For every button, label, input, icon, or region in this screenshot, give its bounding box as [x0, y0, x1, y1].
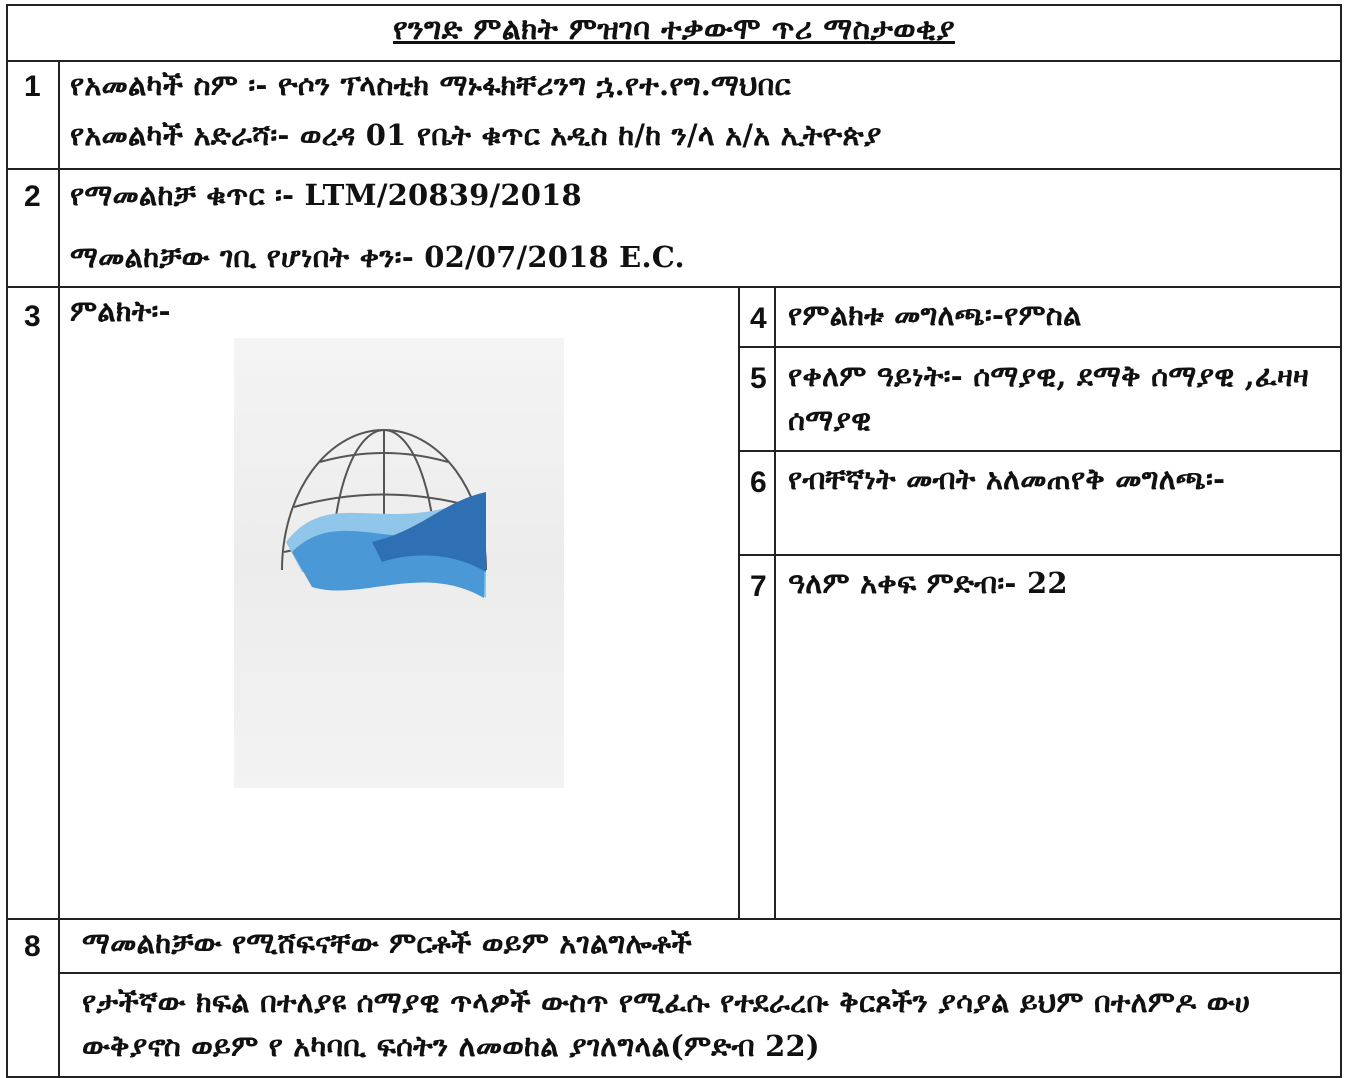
border-left	[6, 4, 8, 1078]
row-number-1: 1	[24, 70, 41, 103]
international-class: ዓለም አቀፍ ምድብ፡- 22	[788, 566, 1068, 600]
row-number-2: 2	[24, 180, 41, 213]
disclaimer-statement: የብቸኛነት መብት አለመጠየቅ መግለጫ፡-	[788, 462, 1226, 496]
goods-services-description: የታችኛው ክፍል በተለያዩ ሰማያዊ ጥላዎች ውስጥ የሚፈሱ የተደራረ…	[82, 985, 1251, 1063]
divider-row5	[738, 450, 1342, 452]
divider-title	[6, 60, 1342, 62]
row-number-7: 7	[750, 570, 767, 603]
trademark-opposition-notice: የንግድ ምልክት ምዝገባ ተቃውሞ ጥሪ ማስታወቂያ 1 የአመልካች ስ…	[6, 4, 1342, 1078]
applicant-name: የአመልካች ስም ፡- ዮሶን ፕላስቲክ ማኑፋክቸሪንግ ኋ.የተ.የግ.…	[70, 68, 791, 102]
row-number-4: 4	[750, 302, 767, 335]
mark-label: ምልክት፡-	[70, 294, 171, 328]
number-column-divider	[58, 60, 60, 1076]
divider-row2	[6, 286, 1342, 288]
row-number-6: 6	[750, 466, 767, 499]
row-number-5: 5	[750, 362, 767, 395]
right-number-divider	[774, 286, 776, 920]
goods-services-heading: ማመልከቻው የሚሸፍናቸው ምርቶች ወይም አገልግሎቶች	[82, 926, 692, 960]
border-right	[1340, 4, 1342, 1078]
filing-date: ማመልከቻው ገቢ የሆነበት ቀን፡- 02/07/2018 E.C.	[70, 240, 685, 274]
border-top	[6, 4, 1342, 6]
divider-row4	[738, 346, 1342, 348]
divider-row7	[6, 918, 1342, 920]
row-number-3: 3	[24, 300, 41, 333]
divider-row8	[58, 972, 1342, 974]
mark-description: የምልክቱ መግለጫ፡-የምስል	[788, 298, 1082, 332]
applicant-address: የአመልካች አድራሻ፡- ወረዳ 01 የቤት ቁጥር አዲስ ከ/ከ ን/ላ…	[70, 118, 882, 152]
divider-row6	[738, 554, 1342, 556]
divider-row1	[6, 168, 1342, 170]
water-wave-icon	[286, 492, 486, 598]
mark-column-divider	[738, 286, 740, 920]
mark-logo	[281, 429, 487, 598]
row-number-8: 8	[24, 930, 41, 963]
mark-colors: የቀለም ዓይነት፡- ሰማያዊ, ደማቅ ሰማያዊ ,ፈዛዛ ሰማያዊ	[788, 359, 1309, 437]
application-number: የማመልከቻ ቁጥር ፡- LTM/20839/2018	[70, 178, 582, 212]
page-title: የንግድ ምልክት ምዝገባ ተቃውሞ ጥሪ ማስታወቂያ	[393, 12, 955, 47]
